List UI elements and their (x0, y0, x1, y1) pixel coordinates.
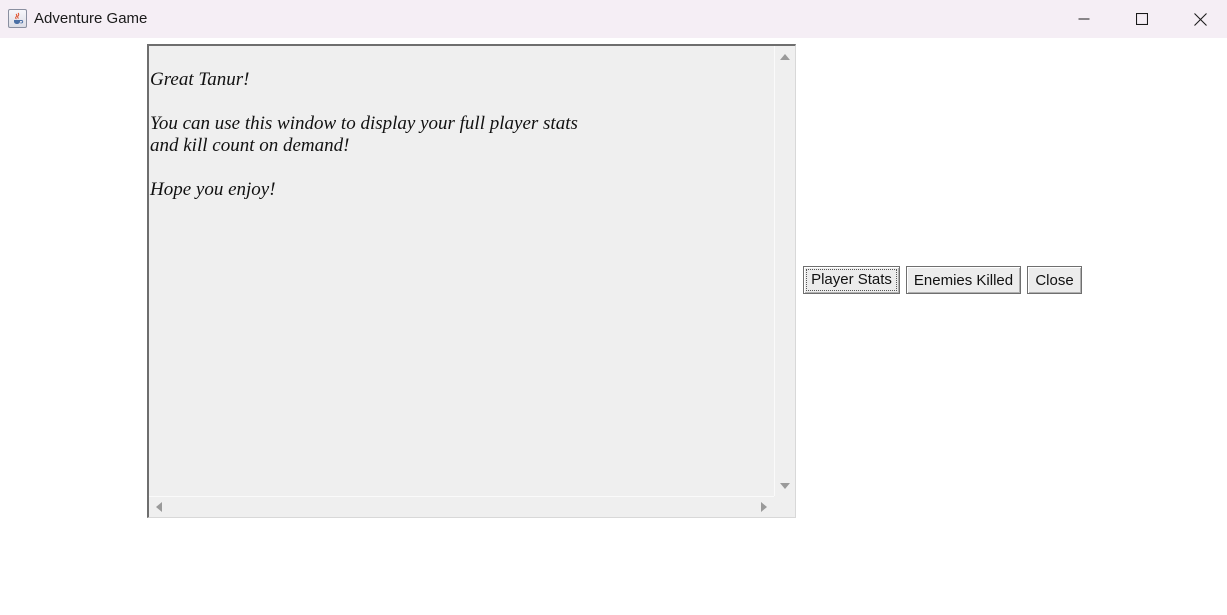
title-bar[interactable]: Adventure Game (0, 0, 1227, 38)
text-line (150, 157, 774, 179)
player-stats-button[interactable]: Player Stats (803, 266, 900, 294)
text-line: Great Tanur! (150, 69, 250, 90)
vertical-scrollbar[interactable] (774, 46, 795, 496)
text-line (150, 91, 774, 113)
minimize-button[interactable] (1055, 0, 1113, 38)
text-line: You can use this window to display your … (150, 113, 578, 134)
close-window-button[interactable] (1171, 0, 1227, 38)
enemies-killed-button[interactable]: Enemies Killed (906, 266, 1021, 294)
close-icon (1193, 12, 1207, 26)
scroll-down-arrow-icon[interactable] (779, 480, 791, 492)
java-cup-icon (8, 9, 27, 28)
horizontal-scrollbar[interactable] (149, 496, 774, 517)
scroll-right-arrow-icon[interactable] (758, 501, 770, 513)
maximize-button[interactable] (1113, 0, 1171, 38)
scroll-left-arrow-icon[interactable] (153, 501, 165, 513)
text-line: Hope you enjoy! (150, 179, 276, 200)
text-line: and kill count on demand! (150, 135, 350, 156)
text-scroll-pane: Great Tanur! You can use this window to … (147, 44, 796, 518)
minimize-icon (1078, 18, 1090, 20)
scroll-up-arrow-icon[interactable] (779, 51, 791, 63)
window-title: Adventure Game (34, 10, 148, 27)
message-text-area[interactable]: Great Tanur! You can use this window to … (149, 46, 774, 496)
player-stats-label: Player Stats (806, 269, 897, 291)
maximize-icon (1136, 13, 1148, 25)
close-button[interactable]: Close (1027, 266, 1082, 294)
scrollbar-corner (774, 496, 795, 517)
app-window: Adventure Game Great Tanur! You can use … (0, 0, 1227, 615)
